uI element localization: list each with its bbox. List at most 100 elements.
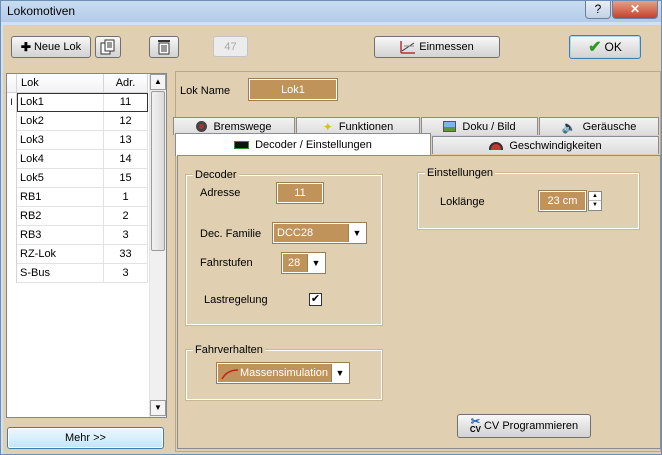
lok-name-cell: RB1	[17, 188, 104, 207]
close-button[interactable]: ✕	[612, 1, 658, 19]
einmessen-label: Einmessen	[419, 41, 474, 53]
brake-icon	[196, 121, 208, 132]
list-row[interactable]: RB2 2	[17, 207, 148, 226]
lok-address-cell: 3	[104, 226, 148, 245]
tab-decoder-einstellungen[interactable]: Decoder / Einstellungen	[175, 133, 431, 156]
tab-doku-bild[interactable]: Doku / Bild	[421, 117, 538, 135]
lok-list[interactable]: Lok Adr. I Lok1 11 Lok2 12 Lok3 13 Lok4 14 Lok5 15…	[6, 73, 167, 418]
picture-icon	[443, 121, 457, 132]
lok-name-cell: RB3	[17, 226, 104, 245]
measure-icon	[400, 41, 416, 54]
delete-button[interactable]	[149, 36, 179, 58]
spin-down-icon[interactable]: ▼	[589, 201, 601, 210]
new-lok-button[interactable]: ✚ Neue Lok	[11, 36, 91, 58]
scroll-down-arrow-icon[interactable]: ▼	[150, 400, 166, 416]
einmessen-button[interactable]: Einmessen	[374, 36, 500, 58]
dec-familie-select[interactable]: DCC28 ▼	[272, 222, 367, 244]
tab-geraeusche[interactable]: 🔈 Geräusche	[539, 117, 659, 135]
fahrverhalten-value: Massensimulation	[240, 367, 329, 379]
scroll-thumb[interactable]	[151, 91, 165, 251]
row-selector[interactable]	[7, 226, 17, 245]
lok-name-cell: Lok3	[17, 131, 104, 150]
lok-address-cell: 1	[104, 188, 148, 207]
list-row[interactable]: Lok5 15	[17, 169, 148, 188]
cv-programmieren-button[interactable]: ✂ CV CV Programmieren	[457, 414, 591, 438]
row-selector[interactable]	[7, 207, 17, 226]
curve-icon	[221, 369, 239, 380]
row-selector[interactable]	[7, 188, 17, 207]
row-selector[interactable]	[7, 150, 17, 169]
decoder-group-title: Decoder	[193, 169, 239, 181]
chevron-down-icon[interactable]: ▼	[307, 254, 324, 272]
spin-up-icon[interactable]: ▲	[589, 192, 601, 201]
lok-name-cell: Lok2	[17, 112, 104, 131]
row-selector[interactable]	[7, 112, 17, 131]
loklaenge-label: Loklänge	[440, 196, 485, 208]
list-header: Lok Adr.	[7, 74, 148, 93]
scroll-up-arrow-icon[interactable]: ▲	[150, 74, 166, 90]
fahrverhalten-select[interactable]: Massensimulation ▼	[216, 362, 350, 384]
tab-decoder-label: Decoder / Einstellungen	[255, 139, 372, 151]
lok-name-field[interactable]: Lok1	[248, 78, 338, 101]
checkmark-icon: ✔	[588, 39, 602, 56]
lok-address-cell: 13	[104, 131, 148, 150]
window-title: Lokomotiven	[7, 4, 76, 18]
row-selector[interactable]	[7, 264, 17, 283]
dec-familie-value: DCC28	[277, 227, 314, 239]
list-row[interactable]: RB3 3	[17, 226, 148, 245]
lastregelung-checkbox[interactable]: ✔	[309, 293, 322, 306]
speedometer-icon	[489, 141, 504, 150]
tab-funktionen-label: Funktionen	[338, 120, 394, 133]
decoder-chip-icon	[234, 141, 250, 149]
plus-icon: ✚	[20, 40, 31, 54]
tab-geschwindigkeiten[interactable]: Geschwindigkeiten	[432, 136, 659, 154]
trash-icon	[158, 40, 170, 55]
fahrstufen-label: Fahrstufen	[200, 257, 253, 269]
fahrstufen-select[interactable]: 28 ▼	[281, 252, 326, 274]
list-scrollbar[interactable]: ▲ ▼	[149, 74, 166, 417]
adresse-label: Adresse	[200, 187, 241, 199]
help-button[interactable]: ?	[585, 1, 611, 19]
row-selector[interactable]	[7, 245, 17, 264]
column-header-adr[interactable]: Adr.	[104, 74, 148, 93]
dec-familie-label: Dec. Familie	[200, 228, 262, 240]
list-row[interactable]: RB1 1	[17, 188, 148, 207]
adresse-field[interactable]: 11	[276, 182, 324, 204]
disabled-button[interactable]: 47	[213, 36, 248, 57]
row-selector[interactable]: I	[7, 93, 17, 112]
new-lok-label: Neue Lok	[33, 41, 82, 53]
row-selector[interactable]	[7, 169, 17, 188]
title-bar[interactable]: Lokomotiven ? ✕	[1, 1, 661, 22]
copy-icon	[100, 39, 115, 55]
list-row[interactable]: Lok1 11	[17, 93, 148, 112]
column-header-lok[interactable]: Lok	[17, 74, 104, 93]
lok-name-cell: RZ-Lok	[17, 245, 104, 264]
fahrverhalten-group-title: Fahrverhalten	[193, 344, 265, 356]
list-row[interactable]: Lok3 13	[17, 131, 148, 150]
list-row[interactable]: Lok4 14	[17, 150, 148, 169]
list-row[interactable]: RZ-Lok 33	[17, 245, 148, 264]
list-row[interactable]: S-Bus 3	[17, 264, 148, 283]
sparkle-icon: ✦	[322, 119, 333, 134]
speaker-icon: 🔈	[561, 119, 577, 134]
lok-name-label: Lok Name	[180, 85, 231, 97]
client-area: ✚ Neue Lok 47 Einmessen ✔ OK Lok Adr. IL…	[3, 25, 661, 454]
ok-label: OK	[604, 40, 622, 54]
chevron-down-icon[interactable]: ▼	[331, 364, 348, 382]
copy-button[interactable]	[95, 36, 121, 58]
mehr-button[interactable]: Mehr >>	[7, 427, 164, 449]
chevron-down-icon[interactable]: ▼	[348, 224, 365, 242]
lok-address-cell: 12	[104, 112, 148, 131]
row-selector[interactable]	[7, 131, 17, 150]
lok-name-cell: RB2	[17, 207, 104, 226]
tab-bremswege-label: Bremswege	[213, 120, 272, 133]
loklaenge-spinner[interactable]: ▲ ▼	[588, 191, 602, 211]
ok-button[interactable]: ✔ OK	[569, 35, 641, 59]
loklaenge-field[interactable]: 23 cm	[538, 190, 587, 212]
lok-address-cell: 15	[104, 169, 148, 188]
lok-address-cell: 33	[104, 245, 148, 264]
lok-address-cell: 14	[104, 150, 148, 169]
lok-name-cell: Lok1	[17, 93, 104, 112]
list-row[interactable]: Lok2 12	[17, 112, 148, 131]
lok-name-cell: Lok5	[17, 169, 104, 188]
